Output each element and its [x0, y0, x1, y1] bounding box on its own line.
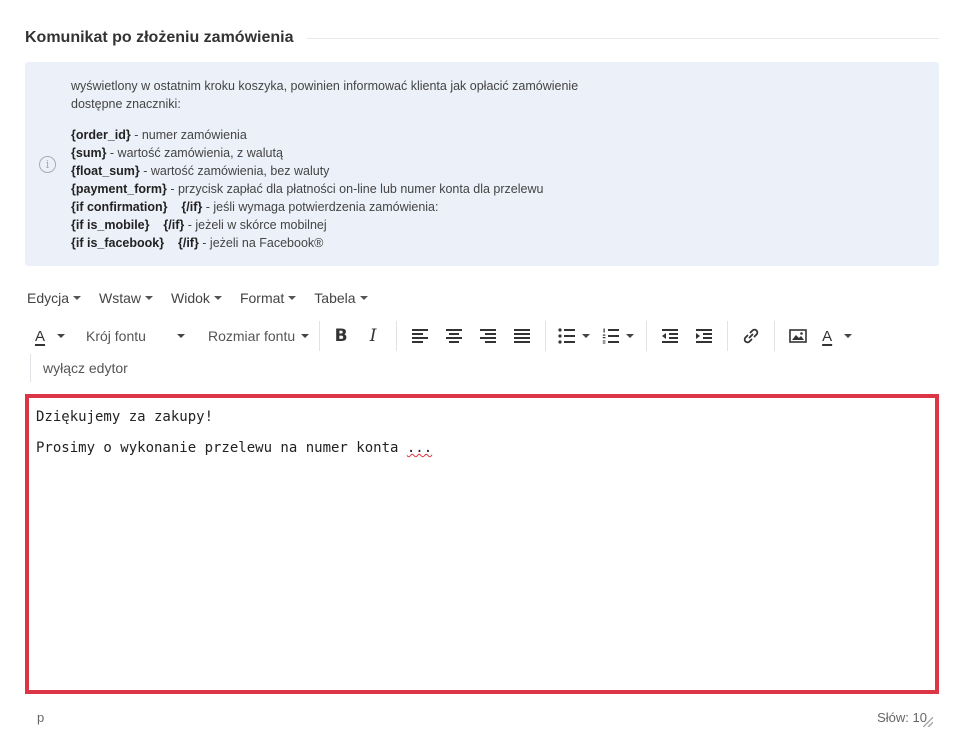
italic-icon: I [369, 326, 377, 346]
chevron-down-icon [301, 334, 310, 338]
menu-table[interactable]: Tabela [314, 290, 368, 306]
chevron-down-icon [73, 296, 82, 300]
align-right-icon [480, 329, 497, 343]
align-right-button[interactable] [471, 321, 505, 351]
numbered-list-icon [602, 328, 620, 344]
bullet-list-button[interactable] [552, 321, 596, 351]
tag-item: {order_id} - numer zamówienia [71, 128, 247, 142]
align-left-button[interactable] [403, 321, 437, 351]
image-icon [789, 329, 807, 343]
editor-toolbar: A Krój fontu Rozmiar fontu B I A [27, 320, 927, 352]
editor-toolbar-secondary: wyłącz edytor [30, 354, 128, 382]
insert-link-button[interactable] [734, 321, 768, 351]
align-justify-icon [514, 329, 531, 343]
menu-edit[interactable]: Edycja [27, 290, 82, 306]
editor-paragraph-1: Dziękujemy za zakupy! [36, 409, 214, 425]
align-justify-button[interactable] [505, 321, 539, 351]
font-color-icon: A [35, 327, 46, 345]
align-center-icon [446, 329, 463, 343]
link-icon [743, 328, 759, 344]
section-header: Komunikat po złożeniu zamówienia [25, 26, 939, 50]
menu-insert[interactable]: Wstaw [99, 290, 154, 306]
section-title: Komunikat po złożeniu zamówienia [25, 29, 294, 46]
insert-image-button[interactable] [781, 321, 815, 351]
spellcheck-mark: ... [406, 440, 433, 456]
outdent-icon [662, 329, 679, 343]
tag-item: {sum} - wartość zamówienia, z walutą [71, 146, 283, 160]
info-line-1: wyświetlony w ostatnim kroku koszyka, po… [71, 79, 579, 93]
word-count: Słów: 10 [877, 709, 927, 725]
info-line-2: dostępne znaczniki: [71, 97, 181, 111]
resize-handle-icon[interactable] [923, 717, 933, 727]
editor-statusbar: p Słów: 10 [25, 703, 939, 731]
bullet-list-icon [558, 328, 576, 344]
editor-content[interactable]: Dziękujemy za zakupy! Prosimy o wykonani… [25, 394, 939, 694]
bold-icon: B [334, 326, 348, 346]
chevron-down-icon [582, 334, 591, 338]
tag-item: {float_sum} - wartość zamówienia, bez wa… [71, 164, 330, 178]
tag-item: {if confirmation} {/if} - jeśli wymaga p… [71, 200, 439, 214]
element-path[interactable]: p [37, 710, 44, 725]
chevron-down-icon [213, 296, 222, 300]
numbered-list-button[interactable] [596, 321, 640, 351]
outdent-button[interactable] [653, 321, 687, 351]
align-left-icon [412, 329, 429, 343]
chevron-down-icon [359, 296, 368, 300]
indent-icon [696, 329, 713, 343]
section-divider [307, 37, 939, 39]
font-color-button[interactable]: A [27, 321, 71, 351]
menu-view[interactable]: Widok [171, 290, 222, 306]
chevron-down-icon [626, 334, 635, 338]
info-icon: i [39, 156, 56, 173]
text-color-icon: A [822, 327, 833, 345]
chevron-down-icon [57, 334, 66, 338]
chevron-down-icon [145, 296, 154, 300]
chevron-down-icon [177, 334, 185, 338]
text-color-button[interactable]: A [815, 321, 859, 351]
font-family-select[interactable]: Krój fontu [71, 321, 189, 351]
editor-menubar: Edycja Wstaw Widok Format Tabela [27, 286, 386, 310]
menu-format[interactable]: Format [240, 290, 297, 306]
info-box: i wyświetlony w ostatnim kroku koszyka, … [25, 62, 939, 266]
disable-editor-button[interactable]: wyłącz edytor [43, 360, 128, 376]
indent-button[interactable] [687, 321, 721, 351]
tag-item: {payment_form} - przycisk zapłać dla pła… [71, 182, 544, 196]
bold-button[interactable]: B [326, 321, 356, 351]
info-text: wyświetlony w ostatnim kroku koszyka, po… [71, 77, 921, 252]
italic-button[interactable]: I [356, 321, 390, 351]
chevron-down-icon [844, 334, 853, 338]
tag-item: {if is_facebook} {/if} - jeżeli na Faceb… [71, 236, 324, 250]
editor-paragraph-2: Prosimy o wykonanie przelewu na numer ko… [36, 440, 433, 456]
align-center-button[interactable] [437, 321, 471, 351]
tag-item: {if is_mobile} {/if} - jeżeli w skórce m… [71, 218, 327, 232]
chevron-down-icon [288, 296, 297, 300]
font-size-select[interactable]: Rozmiar fontu [189, 321, 313, 351]
